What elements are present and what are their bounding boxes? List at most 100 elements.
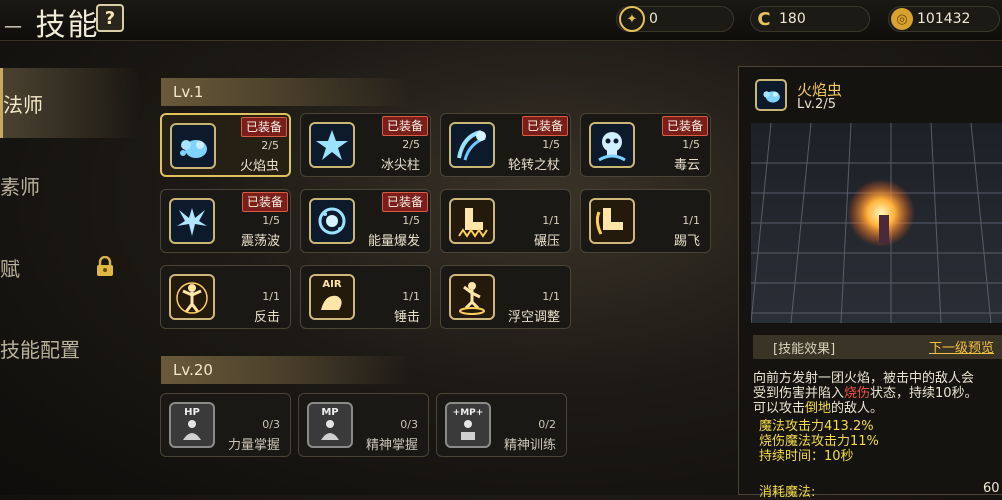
skill-name: 轮转之杖 xyxy=(507,158,560,173)
hp-icon-text: HP xyxy=(184,407,200,418)
skill-card-ice-spike[interactable]: 已装备 2/5 冰尖柱 xyxy=(300,113,431,177)
mp-training-icon: +MP+ xyxy=(445,402,491,448)
top-bar: — 技能 ? ✦ 0 C 180 ◎ 101432 xyxy=(0,0,1002,44)
skill-card-mind-training[interactable]: +MP+ 0/2 精神训练 xyxy=(436,393,567,457)
skill-card-spinning-staff[interactable]: 已装备 1/5 轮转之杖 xyxy=(440,113,571,177)
skill-card-fire-bug[interactable]: 已装备 2/5 火焰虫 xyxy=(160,113,291,177)
equipped-badge: 已装备 xyxy=(240,117,287,137)
hp-mastery-icon: HP xyxy=(169,402,215,448)
currency-c-value: 180 xyxy=(779,11,806,27)
skill-card-poison-cloud[interactable]: 已装备 1/5 毒云 xyxy=(580,113,711,177)
skill-level: 1/1 xyxy=(402,290,420,303)
nav-item-talent[interactable]: 赋 xyxy=(0,232,140,302)
page-title-text: 技能 xyxy=(35,8,100,43)
skill-level: 0/2 xyxy=(538,418,556,431)
skill-name: 冰尖柱 xyxy=(380,158,420,173)
nav-item-label: 技能配置 xyxy=(0,337,80,362)
mp-plus-icon-text: +MP+ xyxy=(452,408,484,418)
equipped-badge: 已装备 xyxy=(661,116,708,136)
skill-detail-panel: 火焰虫 Lv.2/5 [技能效果] 下一级预览 向前方发射一团火焰，被击中的敌人… xyxy=(738,66,1002,500)
mp-mastery-icon: MP xyxy=(307,402,353,448)
skill-level: 1/1 xyxy=(542,290,560,303)
currency-gold[interactable]: ◎ 101432 xyxy=(888,6,1000,32)
stat-line: 烧伤魔法攻击力11% xyxy=(759,434,879,449)
skill-card-crush[interactable]: 1/1 碾压 xyxy=(440,189,571,253)
skill-name: 毒云 xyxy=(673,158,700,173)
desc-text: 的敌人。 xyxy=(831,401,884,416)
desc-text: 受到伤害并陷入 xyxy=(753,386,845,401)
compass-coin-icon: ✦ xyxy=(619,6,645,32)
fire-bug-icon xyxy=(755,79,787,111)
skill-name: 反击 xyxy=(253,310,280,325)
nav-item-mage[interactable]: 法师 xyxy=(0,68,140,138)
energy-burst-icon xyxy=(309,198,355,244)
skill-name: 浮空调整 xyxy=(507,310,560,325)
skill-stats: 魔法攻击力413.2% 烧伤魔法攻击力11% 持续时间：10秒 xyxy=(759,419,879,464)
skill-card-counter[interactable]: 1/1 反击 xyxy=(160,265,291,329)
skill-description: 向前方发射一团火焰，被击中的敌人会 受到伤害并陷入烧伤状态，持续10秒。 可以攻… xyxy=(753,371,1002,416)
mp-icon-text: MP xyxy=(321,407,339,418)
stat-line: 魔法攻击力413.2% xyxy=(759,419,874,434)
nav-item-label: 赋 xyxy=(0,256,20,281)
c-coin-icon: C xyxy=(757,8,771,30)
nav-item-elementalist[interactable]: 素师 xyxy=(0,150,140,220)
skill-level: 1/5 xyxy=(542,138,560,151)
crush-boot-icon xyxy=(449,198,495,244)
nav-item-skill-config[interactable]: 技能配置 xyxy=(0,313,140,383)
gold-coin-icon: ◎ xyxy=(891,8,913,30)
currency-compass[interactable]: ✦ 0 xyxy=(616,6,734,32)
air-adjust-icon xyxy=(449,274,495,320)
detail-skill-level: Lv.2/5 xyxy=(797,97,836,112)
skill-preview xyxy=(751,123,1002,323)
desc-line: 向前方发射一团火焰，被击中的敌人会 xyxy=(753,371,975,386)
skill-name: 锤击 xyxy=(393,310,420,325)
skill-card-air-adjust[interactable]: 1/1 浮空调整 xyxy=(440,265,571,329)
section-label: Lv.20 xyxy=(173,361,213,379)
currency-compass-value: 0 xyxy=(649,11,658,27)
skill-name: 踢飞 xyxy=(673,234,700,249)
skill-card-strength-mastery[interactable]: HP 0/3 力量掌握 xyxy=(160,393,291,457)
section-header-lv1: Lv.1 xyxy=(161,78,411,106)
air-icon-text: AIR xyxy=(322,279,342,290)
currency-c[interactable]: C 180 xyxy=(750,6,870,32)
air-hammer-icon: AIR xyxy=(309,274,355,320)
lock-icon xyxy=(97,256,113,276)
skill-name: 火焰虫 xyxy=(239,159,279,174)
fire-bug-icon xyxy=(170,123,216,169)
skill-level: 1/1 xyxy=(682,214,700,227)
spinning-staff-icon xyxy=(449,122,495,168)
next-level-preview-link[interactable]: 下一级预览 xyxy=(929,337,994,356)
ice-spike-icon xyxy=(309,122,355,168)
help-button[interactable]: ? xyxy=(96,4,124,32)
skill-card-shockwave[interactable]: 已装备 1/5 震荡波 xyxy=(160,189,291,253)
skill-card-mind-mastery[interactable]: MP 0/3 精神掌握 xyxy=(298,393,429,457)
equipped-badge: 已装备 xyxy=(381,192,428,212)
skill-card-energy-burst[interactable]: 已装备 1/5 能量爆发 xyxy=(300,189,431,253)
nav-item-label: 素师 xyxy=(0,174,40,199)
section-label: Lv.1 xyxy=(173,83,204,101)
back-dash-icon[interactable]: — xyxy=(4,16,24,37)
desc-text: 状态，持续10秒。 xyxy=(870,386,978,401)
mana-cost-label: 消耗魔法: xyxy=(759,485,816,500)
skill-card-kick[interactable]: 1/1 踢飞 xyxy=(580,189,711,253)
skill-card-hammer[interactable]: AIR 1/1 锤击 xyxy=(300,265,431,329)
shockwave-icon xyxy=(169,198,215,244)
skill-level: 0/3 xyxy=(400,418,418,431)
desc-line: 可以攻击倒地的敌人。 xyxy=(753,401,1002,416)
skill-name: 力量掌握 xyxy=(227,438,280,453)
desc-line: 受到伤害并陷入烧伤状态，持续10秒。 xyxy=(753,386,1002,401)
skill-name: 精神训练 xyxy=(503,438,556,453)
section-header-lv20: Lv.20 xyxy=(161,356,411,384)
stat-line: 持续时间：10秒 xyxy=(759,449,854,464)
knockdown-keyword: 倒地 xyxy=(805,401,832,416)
skill-name: 震荡波 xyxy=(240,234,280,249)
equipped-badge: 已装备 xyxy=(381,116,428,136)
equipped-badge: 已装备 xyxy=(241,192,288,212)
burn-keyword: 烧伤 xyxy=(844,386,871,401)
skull-cloud-icon xyxy=(589,122,635,168)
skill-level: 1/5 xyxy=(682,138,700,151)
skill-level: 1/5 xyxy=(402,214,420,227)
skill-level: 2/5 xyxy=(402,138,420,151)
skill-level: 1/1 xyxy=(262,290,280,303)
page-title: — 技能 xyxy=(4,0,100,44)
